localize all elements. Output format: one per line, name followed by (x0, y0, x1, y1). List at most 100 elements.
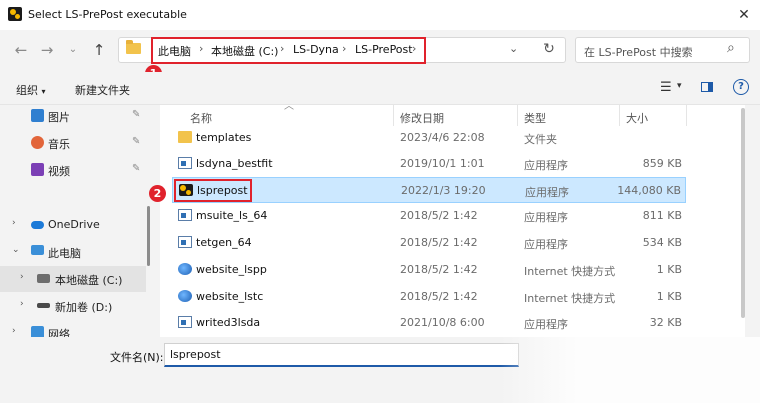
column-divider[interactable] (517, 104, 518, 126)
sidebar-scrollbar[interactable] (147, 206, 150, 266)
column-header-type[interactable]: 类型 (524, 110, 546, 126)
file-size: 534 KB (642, 236, 682, 249)
file-modified: 2018/5/2 1:42 (400, 209, 478, 222)
file-row[interactable]: website_lspp 2018/5/2 1:42 Internet 快捷方式… (172, 257, 686, 283)
navigation-pane: 图片 ✎ 音乐 ✎ 视频 ✎ › OneDrive ⌄ 此电脑 › 本地磁盘 (… (0, 105, 150, 337)
sidebar-item-label: 图片 (48, 111, 70, 124)
column-divider[interactable] (619, 104, 620, 126)
sidebar-item-pictures[interactable]: 图片 ✎ (0, 105, 146, 129)
breadcrumb-separator: › (280, 42, 285, 55)
chevron-right-icon[interactable]: › (12, 218, 16, 228)
chevron-right-icon[interactable]: › (20, 299, 24, 309)
sidebar-item-videos[interactable]: 视频 ✎ (0, 157, 146, 183)
breadcrumb-separator[interactable]: › (412, 42, 416, 55)
column-header-modified[interactable]: 修改日期 (400, 110, 444, 126)
file-name: website_lspp (196, 263, 267, 276)
file-name: writed3lsda (196, 316, 261, 329)
file-modified: 2018/5/2 1:42 (400, 236, 478, 249)
search-placeholder: 在 LS-PrePost 中搜索 (584, 46, 693, 59)
sidebar-item-this-pc[interactable]: ⌄ 此电脑 (0, 239, 146, 265)
file-type: 应用程序 (525, 186, 569, 199)
close-icon[interactable]: ✕ (732, 4, 756, 26)
sidebar-item-label: 本地磁盘 (C:) (55, 274, 123, 287)
file-type: Internet 快捷方式 (524, 292, 616, 305)
filename-input[interactable] (164, 343, 519, 367)
file-row[interactable]: lsdyna_bestfit 2019/10/1 1:01 应用程序 859 K… (172, 151, 686, 177)
file-type: 应用程序 (524, 318, 568, 331)
this-pc-icon (31, 245, 44, 255)
application-icon (178, 157, 192, 169)
chevron-right-icon[interactable]: › (12, 326, 16, 336)
preview-pane-icon[interactable] (701, 82, 713, 92)
window-title: Select LS-PrePost executable (28, 8, 187, 21)
sidebar-item-drive-c[interactable]: › 本地磁盘 (C:) (0, 266, 146, 292)
chevron-down-icon[interactable]: ▾ (677, 81, 682, 91)
column-header-size[interactable]: 大小 (626, 110, 648, 126)
application-icon (178, 236, 192, 248)
file-row[interactable]: writed3lsda 2021/10/8 6:00 应用程序 32 KB (172, 310, 686, 336)
file-row[interactable]: tetgen_64 2018/5/2 1:42 应用程序 534 KB (172, 230, 686, 256)
file-name: website_lstc (196, 290, 264, 303)
up-arrow-icon[interactable]: ↑ (88, 39, 110, 61)
file-size: 859 KB (642, 157, 682, 170)
sidebar-item-music[interactable]: 音乐 ✎ (0, 130, 146, 156)
help-icon[interactable]: ? (733, 79, 749, 95)
file-type: Internet 快捷方式 (524, 265, 616, 278)
file-type: 应用程序 (524, 238, 568, 251)
file-highlight-box (174, 179, 252, 202)
chevron-right-icon[interactable]: › (20, 272, 24, 282)
forward-arrow-icon[interactable]: → (36, 39, 58, 61)
back-arrow-icon[interactable]: ← (10, 39, 32, 61)
breadcrumb-separator: › (342, 42, 347, 55)
refresh-icon[interactable]: ↻ (539, 39, 559, 59)
file-size: 144,080 KB (617, 184, 681, 197)
column-divider[interactable] (393, 104, 394, 126)
column-header-name[interactable]: 名称 (190, 110, 212, 126)
organize-menu[interactable]: 组织 ▾ (16, 82, 46, 98)
file-row[interactable]: msuite_ls_64 2018/5/2 1:42 应用程序 811 KB (172, 203, 686, 229)
file-modified: 2018/5/2 1:42 (400, 263, 478, 276)
pin-icon[interactable]: ✎ (132, 136, 140, 147)
new-folder-button[interactable]: 新建文件夹 (75, 82, 130, 98)
annotation-badge-2: 2 (149, 185, 166, 202)
file-row[interactable]: templates 2023/4/6 22:08 文件夹 (172, 125, 686, 151)
breadcrumb-drive-c[interactable]: 本地磁盘 (C:) (211, 43, 278, 59)
recent-locations-chevron-icon[interactable]: ⌄ (62, 39, 84, 61)
sidebar-item-label: 此电脑 (48, 247, 81, 260)
drive-d-icon (37, 303, 50, 308)
sidebar-item-drive-d[interactable]: › 新加卷 (D:) (0, 293, 146, 319)
pin-icon[interactable]: ✎ (132, 109, 140, 120)
sidebar-item-network[interactable]: › 网络 (0, 320, 146, 337)
file-modified: 2022/1/3 19:20 (401, 184, 486, 197)
view-options-icon[interactable]: ☰ (660, 80, 672, 95)
chevron-down-icon[interactable]: ⌄ (509, 42, 518, 55)
folder-icon (126, 40, 141, 54)
music-icon (31, 136, 44, 149)
file-name: tetgen_64 (196, 236, 252, 249)
file-modified: 2021/10/8 6:00 (400, 316, 485, 329)
breadcrumb-ls-dyna[interactable]: LS-Dyna (293, 43, 339, 56)
file-modified: 2019/10/1 1:01 (400, 157, 485, 170)
drive-c-icon (37, 274, 50, 283)
breadcrumb-separator: › (199, 42, 204, 55)
breadcrumb-this-pc[interactable]: 此电脑 (158, 43, 191, 59)
file-size: 811 KB (642, 209, 682, 222)
pin-icon[interactable]: ✎ (132, 163, 140, 174)
breadcrumb-ls-prepost[interactable]: LS-PrePost (355, 43, 413, 56)
sidebar-item-label: 音乐 (48, 138, 70, 151)
search-icon[interactable]: ⌕ (727, 40, 735, 56)
file-name: templates (196, 131, 252, 144)
sidebar-item-label: OneDrive (48, 218, 100, 231)
file-name: msuite_ls_64 (196, 209, 268, 222)
lsprepost-app-icon (8, 7, 22, 21)
file-modified: 2023/4/6 22:08 (400, 131, 485, 144)
column-divider[interactable] (686, 104, 687, 126)
sidebar-item-onedrive[interactable]: › OneDrive (0, 212, 146, 238)
file-type: 应用程序 (524, 211, 568, 224)
folder-icon (178, 131, 192, 143)
chevron-down-icon[interactable]: ⌄ (12, 245, 20, 255)
file-row[interactable]: website_lstc 2018/5/2 1:42 Internet 快捷方式… (172, 284, 686, 310)
application-icon (178, 316, 192, 328)
file-list-scrollbar[interactable] (741, 108, 745, 318)
video-icon (31, 163, 44, 176)
